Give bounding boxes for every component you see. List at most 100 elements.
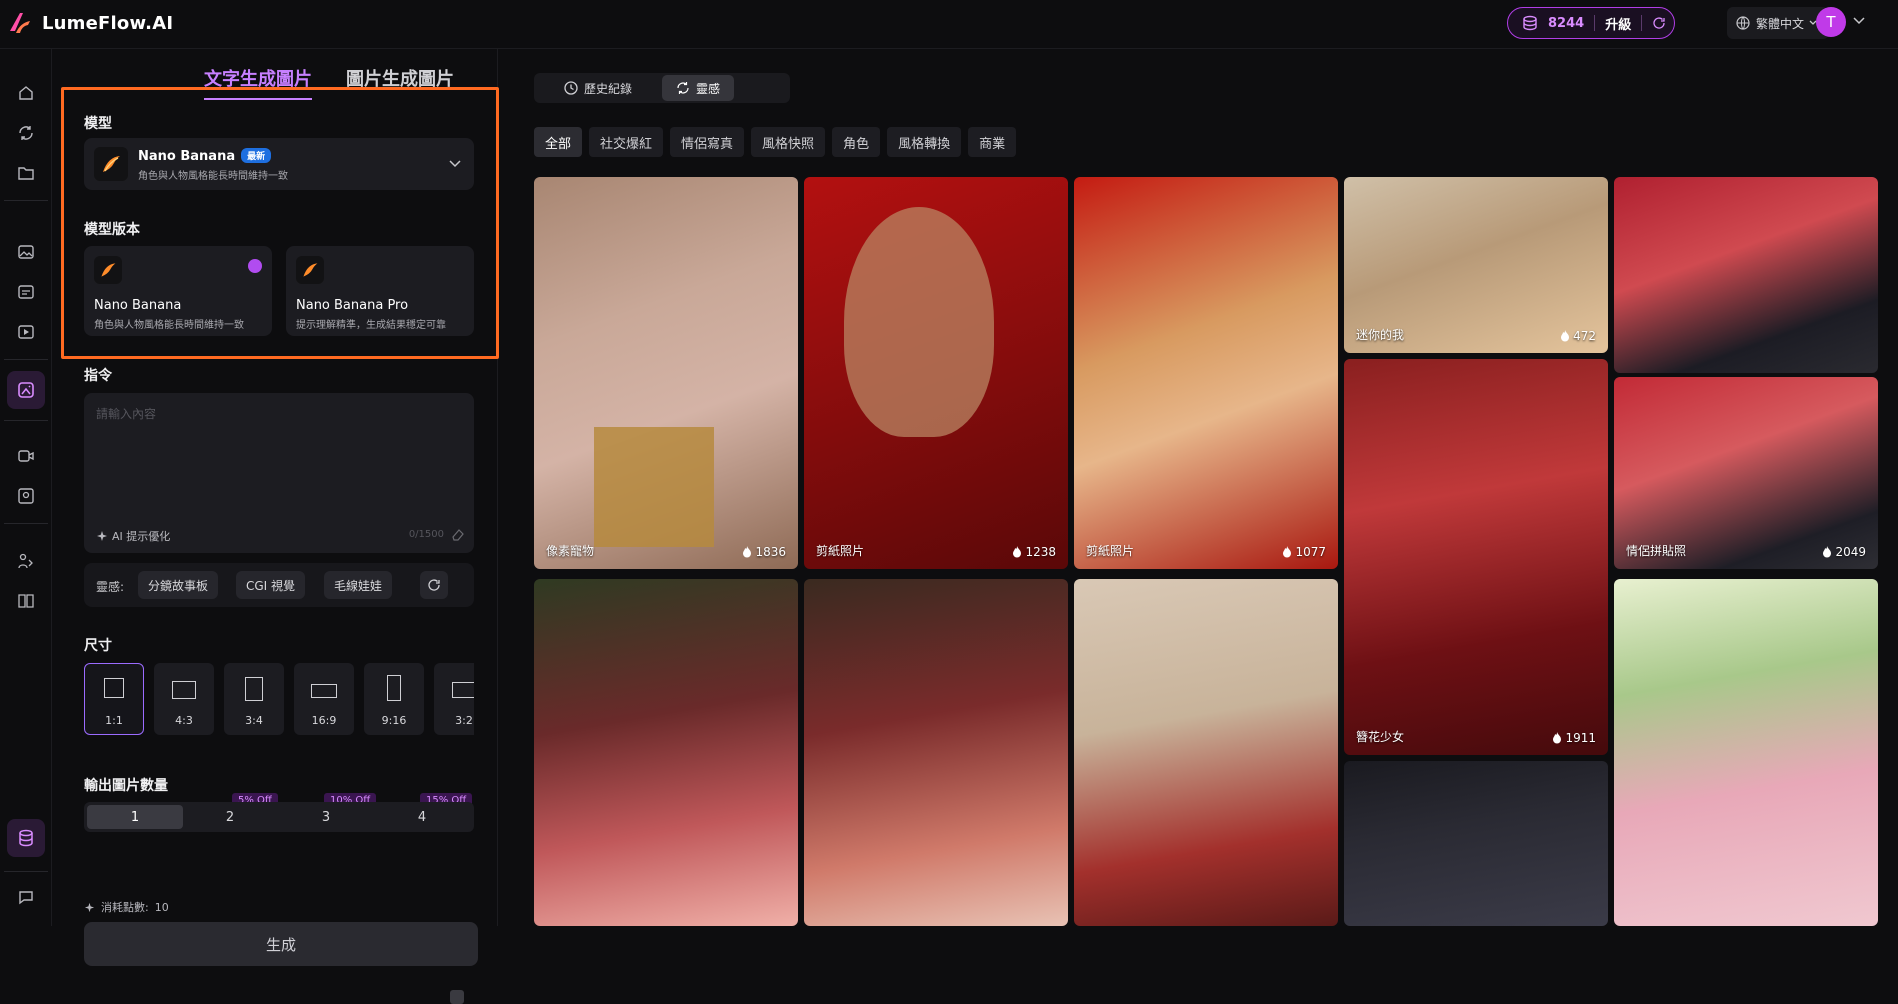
prompt-textarea[interactable]: 請輸入內容 AI 提示優化 0/1500 (84, 393, 474, 553)
eraser-icon[interactable] (450, 527, 464, 541)
version-description: 提示理解精準，生成結果穩定可靠 (296, 320, 446, 331)
inspiration-chip[interactable]: 毛線娃娃 (324, 571, 393, 599)
gallery-card[interactable] (1344, 761, 1608, 926)
gallery-card[interactable]: 像素寵物 1836 (534, 177, 798, 569)
cost-info: 消耗點數: 10 (84, 899, 169, 915)
gallery-card[interactable] (1074, 579, 1338, 926)
top-bar: LumeFlow.AI 8244 升級 繁體中文 T (0, 0, 1898, 49)
app-name: LumeFlow (42, 12, 146, 34)
card-likes: 1077 (1295, 545, 1326, 559)
language-label: 繁體中文 (1756, 16, 1805, 31)
avatar[interactable]: T (1816, 7, 1846, 37)
gallery-card[interactable] (804, 579, 1068, 926)
inspiration-chip[interactable]: 分鏡故事板 (138, 571, 219, 599)
book-icon[interactable] (14, 589, 38, 613)
avatar-chevron-icon[interactable] (1852, 16, 1866, 26)
home-icon[interactable] (14, 81, 38, 105)
filter-chip[interactable]: 全部 (534, 127, 583, 157)
image-frame-icon[interactable] (14, 484, 38, 508)
version-card-nano-banana-pro[interactable]: Nano Banana Pro 提示理解精準，生成結果穩定可靠 (286, 246, 474, 1004)
radio-selected[interactable] (248, 259, 262, 273)
generation-panel: 文字生成圖片 圖片生成圖片 模型 Nano Banana 最新 角色與人物風格能長… (52, 49, 499, 1004)
inspiration-gallery: 歷史紀錄 靈感 全部 社交爆紅 情侶寫真 風格快照 角色 風格轉換 商業 像素寵… (498, 49, 1898, 926)
sparkle-icon (84, 902, 95, 912)
filter-chip[interactable]: 社交爆紅 (589, 127, 664, 157)
card-likes: 1238 (1025, 545, 1056, 559)
gallery-card[interactable]: 剪紙照片 1238 (804, 177, 1068, 569)
cost-value: 10 (154, 900, 169, 914)
inspiration-row: 靈感: 分鏡故事板 CGI 視覺 毛線娃娃 (84, 563, 474, 607)
size-option[interactable]: 16:9 (294, 663, 354, 735)
video-icon[interactable] (14, 444, 38, 468)
coins-icon (1523, 15, 1537, 31)
clock-icon (564, 81, 578, 95)
app-logo[interactable]: LumeFlow.AI (6, 9, 173, 37)
gallery-card[interactable]: 情侶拼貼照 2049 (1614, 377, 1878, 569)
card-likes: 2049 (1835, 545, 1866, 559)
refresh-icon[interactable] (1652, 16, 1666, 30)
filter-chip[interactable]: 風格轉換 (887, 127, 962, 157)
gallery-card[interactable]: 剪紙照片 1077 (1074, 177, 1338, 569)
inspiration-chip[interactable]: CGI 視覺 (236, 571, 306, 599)
quantity-option[interactable]: 2 (182, 802, 278, 832)
credits-pill[interactable]: 8244 升級 (1507, 7, 1675, 39)
size-option[interactable]: 4:3 (154, 663, 214, 735)
model-name: Nano Banana (138, 149, 236, 164)
card-title: 簪花少女 (1356, 730, 1405, 744)
radio-unselected[interactable] (450, 990, 464, 1004)
ai-optimize-button[interactable]: AI 提示優化 (96, 528, 170, 544)
filter-chip[interactable]: 風格快照 (751, 127, 826, 157)
prompt-placeholder: 請輸入內容 (96, 407, 157, 421)
gallery-card[interactable] (1614, 579, 1878, 926)
upgrade-button[interactable]: 升級 (1605, 14, 1631, 33)
quantity-option[interactable]: 1 (87, 805, 183, 829)
chat-icon[interactable] (14, 885, 38, 909)
people-icon[interactable] (14, 549, 38, 573)
filter-chip[interactable]: 角色 (832, 127, 881, 157)
version-card-nano-banana[interactable]: Nano Banana 角色與人物風格能長時間維持一致 (84, 246, 272, 336)
folder-icon[interactable] (14, 161, 38, 185)
size-option[interactable]: 9:16 (364, 663, 424, 735)
gallery-card[interactable] (1614, 177, 1878, 373)
filter-chip[interactable]: 情侶寫真 (670, 127, 745, 157)
size-option[interactable]: 1:1 (84, 663, 144, 735)
sparkle-icon (97, 531, 107, 541)
language-selector[interactable]: 繁體中文 (1727, 7, 1829, 39)
card-likes: 472 (1573, 329, 1596, 343)
card-likes: 1836 (755, 545, 786, 559)
quantity-option[interactable]: 4 (374, 802, 470, 832)
gallery-card[interactable]: 簪花少女 1911 (1344, 359, 1608, 755)
card-title: 像素寵物 (546, 544, 595, 558)
version-description: 角色與人物風格能長時間維持一致 (94, 320, 244, 331)
version-name: Nano Banana Pro (296, 298, 409, 313)
image-icon[interactable] (14, 240, 38, 264)
fire-icon (1553, 732, 1562, 744)
image-play-icon[interactable] (14, 320, 38, 344)
size-option[interactable]: 3:2 (434, 663, 474, 735)
filter-chip[interactable]: 商業 (968, 127, 1017, 157)
quantity-option[interactable]: 3 (278, 802, 374, 832)
fire-icon (743, 546, 752, 558)
side-nav (0, 49, 52, 926)
model-label: 模型 (84, 116, 112, 132)
size-option[interactable]: 3:4 (224, 663, 284, 735)
model-thumbnail (94, 147, 128, 181)
sync-icon[interactable] (14, 121, 38, 145)
size-options: 1:1 4:3 3:4 16:9 9:16 3:2 (84, 663, 474, 737)
gallery-card[interactable] (534, 579, 798, 926)
refresh-inspiration-button[interactable] (420, 571, 448, 599)
globe-icon (1736, 16, 1750, 30)
card-title: 剪紙照片 (1086, 544, 1135, 558)
fire-icon (1561, 330, 1570, 342)
card-title: 情侶拼貼照 (1626, 544, 1687, 558)
generate-button[interactable]: 生成 (84, 922, 478, 966)
gallery-card[interactable]: 迷你的我 472 (1344, 177, 1608, 353)
history-tab[interactable]: 歷史紀錄 (550, 75, 646, 101)
model-selector[interactable]: Nano Banana 最新 角色與人物風格能長時間維持一致 (84, 138, 474, 190)
image-edit-icon[interactable] (14, 280, 38, 304)
credits-count: 8244 (1548, 15, 1585, 31)
inspiration-tab[interactable]: 靈感 (662, 75, 735, 101)
database-icon[interactable] (7, 819, 45, 857)
logo-icon (10, 13, 30, 33)
image-generate-icon[interactable] (7, 371, 45, 409)
